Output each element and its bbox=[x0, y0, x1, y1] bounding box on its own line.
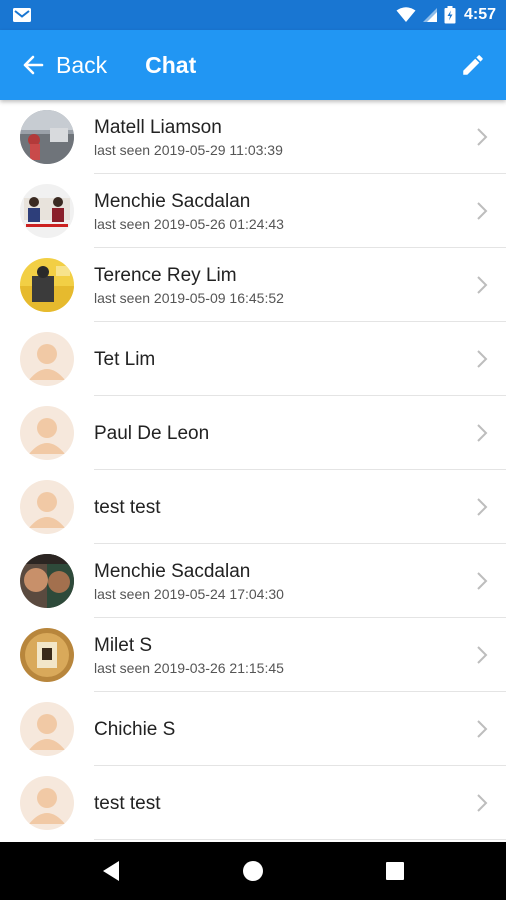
last-seen: last seen 2019-05-26 01:24:43 bbox=[94, 215, 284, 232]
status-left bbox=[12, 7, 32, 23]
avatar bbox=[20, 702, 74, 756]
chevron-right-icon bbox=[477, 350, 488, 368]
nav-back-button[interactable] bbox=[81, 842, 141, 900]
contact-text: Milet S last seen 2019-03-26 21:15:45 bbox=[94, 618, 446, 692]
contact-name: Milet S bbox=[94, 634, 153, 656]
list-item[interactable]: Matell Liamson last seen 2019-05-29 11:0… bbox=[0, 100, 506, 174]
home-circle-icon bbox=[243, 861, 263, 881]
contact-text: Tet Lim bbox=[94, 322, 446, 396]
status-bar: 4:57 bbox=[0, 0, 506, 30]
list-item[interactable]: Tet Lim bbox=[0, 322, 506, 396]
status-time: 4:57 bbox=[463, 6, 496, 23]
contact-list: Matell Liamson last seen 2019-05-29 11:0… bbox=[0, 100, 506, 842]
list-item[interactable]: Terence Rey Lim last seen 2019-05-09 16:… bbox=[0, 248, 506, 322]
list-item[interactable]: Chichie S bbox=[0, 692, 506, 766]
battery-icon bbox=[444, 6, 456, 24]
app-bar: Back Chat bbox=[0, 30, 506, 100]
contact-text: test test bbox=[94, 766, 446, 840]
list-item[interactable]: Paul De Leon bbox=[0, 396, 506, 470]
chevron-right-icon bbox=[477, 646, 488, 664]
contact-text: Terence Rey Lim last seen 2019-05-09 16:… bbox=[94, 248, 446, 322]
last-seen: last seen 2019-03-26 21:15:45 bbox=[94, 659, 284, 676]
status-right: 4:57 bbox=[396, 6, 496, 24]
default-avatar-icon bbox=[29, 418, 65, 454]
chevron-right-icon bbox=[477, 794, 488, 812]
recents-square-icon bbox=[386, 862, 404, 880]
back-label: Back bbox=[56, 51, 108, 78]
contact-name: Chichie S bbox=[94, 718, 176, 740]
contact-text: test test bbox=[94, 470, 446, 544]
contact-text: Matell Liamson last seen 2019-05-29 11:0… bbox=[94, 100, 446, 174]
avatar bbox=[20, 628, 74, 682]
back-triangle-icon bbox=[103, 861, 119, 881]
navigation-bar bbox=[0, 842, 506, 900]
default-avatar-icon bbox=[29, 344, 65, 380]
avatar bbox=[20, 776, 74, 830]
chevron-right-icon bbox=[477, 202, 488, 220]
contact-text: Paul De Leon bbox=[94, 396, 446, 470]
avatar bbox=[20, 184, 74, 238]
chevron-right-icon bbox=[477, 572, 488, 590]
nav-home-button[interactable] bbox=[223, 842, 283, 900]
contact-text: Menchie Sacdalan last seen 2019-05-26 01… bbox=[94, 174, 446, 248]
contact-name: Menchie Sacdalan bbox=[94, 560, 251, 582]
last-seen: last seen 2019-05-24 17:04:30 bbox=[94, 585, 284, 602]
signal-icon bbox=[422, 8, 437, 22]
default-avatar-icon bbox=[29, 788, 65, 824]
compose-button[interactable] bbox=[458, 50, 488, 80]
contact-text: Menchie Sacdalan last seen 2019-05-24 17… bbox=[94, 544, 446, 618]
list-item[interactable]: Menchie Sacdalan last seen 2019-05-24 17… bbox=[0, 544, 506, 618]
avatar bbox=[20, 480, 74, 534]
contact-text: Chichie S bbox=[94, 692, 446, 766]
contact-name: Matell Liamson bbox=[94, 116, 222, 138]
chevron-right-icon bbox=[477, 424, 488, 442]
chevron-right-icon bbox=[477, 128, 488, 146]
list-item[interactable]: Milet S last seen 2019-03-26 21:15:45 bbox=[0, 618, 506, 692]
pencil-icon bbox=[463, 55, 483, 75]
contact-name: test test bbox=[94, 496, 161, 518]
last-seen: last seen 2019-05-09 16:45:52 bbox=[94, 289, 284, 306]
list-item[interactable]: Menchie Sacdalan last seen 2019-05-26 01… bbox=[0, 174, 506, 248]
chevron-right-icon bbox=[477, 276, 488, 294]
gmail-icon bbox=[13, 8, 31, 22]
nav-recents-button[interactable] bbox=[365, 842, 425, 900]
chevron-right-icon bbox=[477, 720, 488, 738]
default-avatar-icon bbox=[29, 714, 65, 750]
avatar bbox=[20, 332, 74, 386]
avatar bbox=[20, 554, 74, 608]
contact-name: test test bbox=[94, 792, 161, 814]
back-button[interactable]: Back bbox=[0, 30, 125, 100]
contact-name: Menchie Sacdalan bbox=[94, 190, 251, 212]
list-item[interactable]: test test bbox=[0, 766, 506, 840]
wifi-icon bbox=[396, 7, 416, 22]
arrow-left-icon bbox=[23, 55, 44, 75]
chevron-right-icon bbox=[477, 498, 488, 516]
last-seen: last seen 2019-05-29 11:03:39 bbox=[94, 141, 283, 158]
contact-name: Tet Lim bbox=[94, 348, 156, 370]
avatar bbox=[20, 258, 74, 312]
avatar bbox=[20, 406, 74, 460]
avatar bbox=[20, 110, 74, 164]
default-avatar-icon bbox=[29, 492, 65, 528]
contact-name: Terence Rey Lim bbox=[94, 264, 237, 286]
contact-name: Paul De Leon bbox=[94, 422, 210, 444]
page-title: Chat bbox=[145, 51, 197, 78]
list-item[interactable]: test test bbox=[0, 470, 506, 544]
